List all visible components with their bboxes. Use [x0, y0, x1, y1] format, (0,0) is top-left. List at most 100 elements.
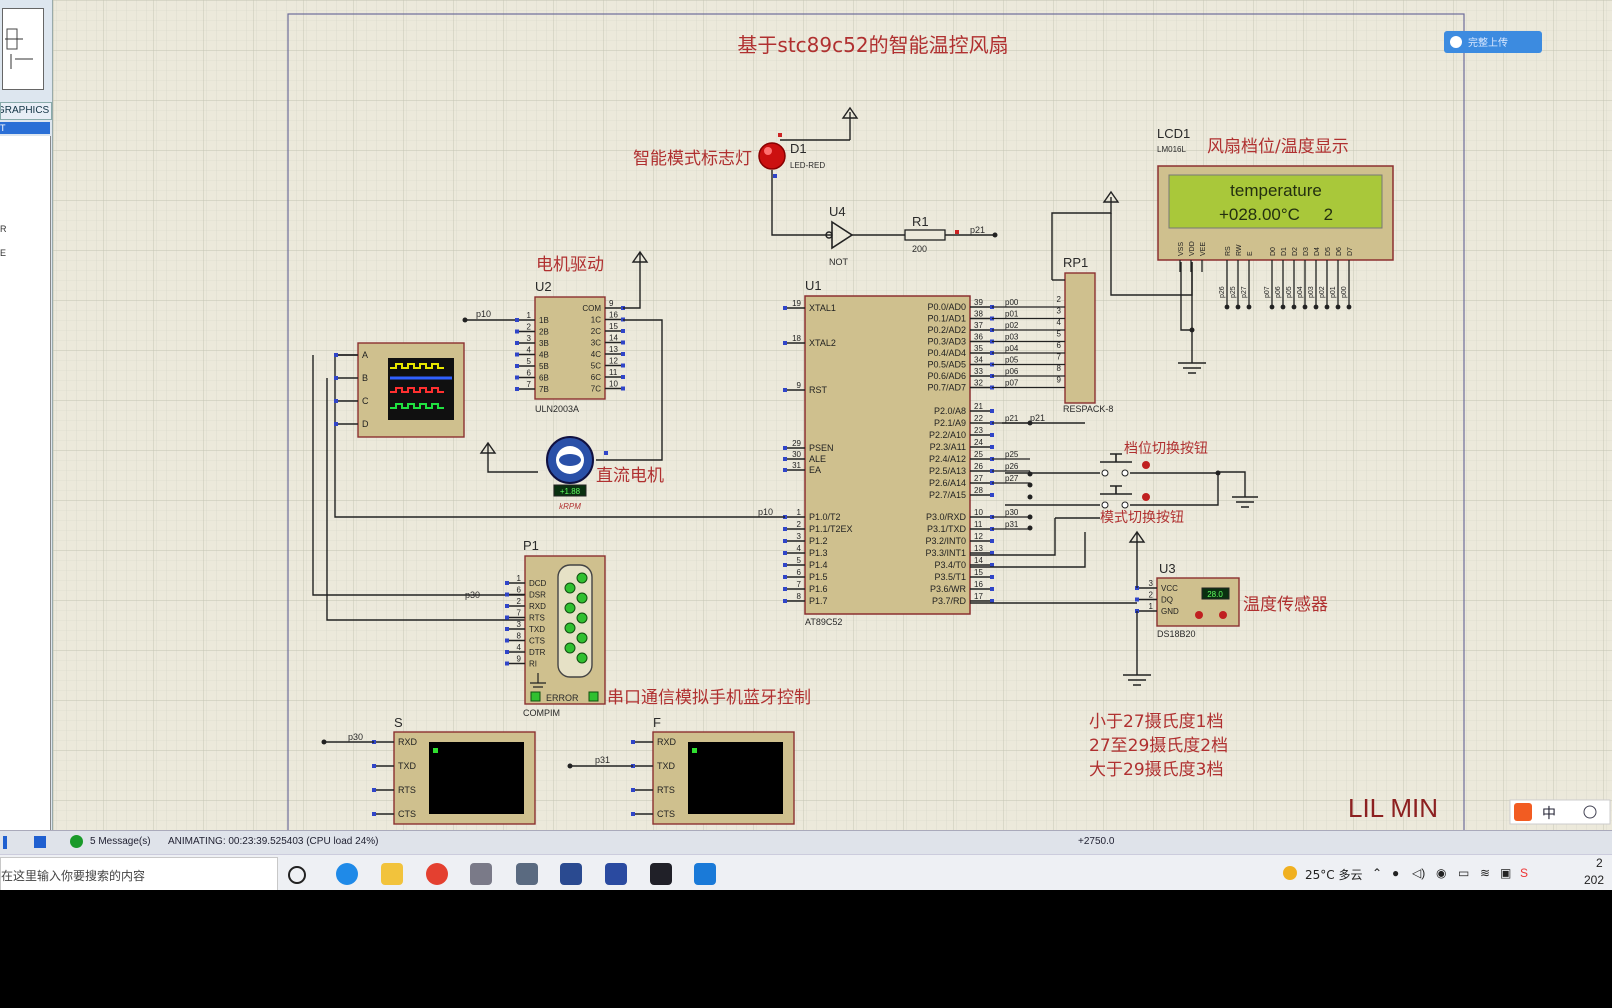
message-count[interactable]: 5 Message(s): [90, 836, 151, 847]
pin-label: RTS: [529, 614, 545, 623]
pin-number: 7: [527, 380, 532, 389]
pin-label: 6C: [591, 373, 601, 382]
pin-number: 39: [974, 298, 983, 307]
pin-label: P1.3: [809, 548, 828, 558]
app-icon-1[interactable]: [470, 863, 492, 885]
pin-number: 6: [1057, 341, 1062, 350]
pin-number: 1: [797, 508, 802, 517]
cloud-upload-badge[interactable]: 完整上传: [1444, 31, 1542, 53]
pin-label: TXD: [529, 625, 545, 634]
ime-toolbar[interactable]: 中: [1509, 799, 1611, 825]
lcd-line2: +028.00°C 2: [1219, 205, 1333, 224]
pin-label: RXD: [529, 602, 546, 611]
clock-time[interactable]: 2: [1596, 856, 1603, 870]
camera-app-icon[interactable]: [650, 863, 672, 885]
pin-label: 1C: [591, 316, 601, 325]
cloud-upload-label: 完整上传: [1468, 36, 1508, 49]
pin-number: 6: [517, 586, 522, 595]
pin-label: TXD: [657, 761, 676, 771]
schematic-title: 基于stc89c52的智能温控风扇: [737, 33, 1008, 57]
tray-chevron-icon[interactable]: ⌃: [1372, 866, 1382, 880]
wifi-icon[interactable]: ≋: [1480, 866, 1490, 880]
pin-number: 37: [974, 321, 983, 330]
pin-label: XTAL2: [809, 338, 836, 348]
sw1-caption: 档位切换按钮: [1124, 440, 1208, 457]
tray-app-icon[interactable]: ◉: [1436, 866, 1446, 880]
app-icon-4[interactable]: [694, 863, 716, 885]
u1-p21-net: p21: [1030, 413, 1045, 423]
pin-number: 5: [797, 556, 802, 565]
pin-number: 28: [974, 486, 983, 495]
file-explorer-icon[interactable]: [381, 863, 403, 885]
pin-label: P0.5/AD5: [927, 360, 966, 370]
pin-label: VEE: [1200, 242, 1207, 256]
pin-label: P3.2/INT0: [925, 536, 966, 546]
pin-number: 4: [517, 643, 522, 652]
task-view-icon[interactable]: [288, 866, 306, 884]
pin-label: RW: [1236, 244, 1243, 256]
pin-label: 2B: [539, 328, 549, 337]
pin-number: 5: [1057, 330, 1062, 339]
taskbar-search[interactable]: 在这里输入你要搜索的内容: [0, 857, 278, 891]
pin-number: 15: [974, 568, 983, 577]
object-item[interactable]: E: [0, 248, 6, 258]
microphone-icon[interactable]: ●: [1392, 866, 1399, 880]
app-icon-3[interactable]: [560, 863, 582, 885]
battery-icon[interactable]: ▭: [1458, 866, 1469, 880]
u4-type: NOT: [829, 257, 849, 267]
p1-ref: P1: [523, 538, 539, 553]
pin-number: 18: [792, 334, 801, 343]
pause-icon[interactable]: [3, 836, 7, 849]
object-list-selected[interactable]: T: [0, 122, 50, 134]
clock-date[interactable]: 202: [1584, 873, 1604, 887]
pin-number: 21: [974, 402, 983, 411]
schematic-canvas[interactable]: 基于stc89c52的智能温控风扇 完整上传 D1 LED-RED 智能模式标志…: [53, 0, 1612, 837]
object-item[interactable]: R: [0, 224, 7, 234]
pin-number: 1: [1149, 602, 1154, 611]
pin-label: RXD: [398, 737, 418, 747]
pin-number: 26: [974, 462, 983, 471]
term-f-ref: F: [653, 715, 661, 730]
u2-type: ULN2003A: [535, 404, 579, 414]
pin-number: 3: [527, 334, 532, 343]
pin-number: 12: [609, 357, 618, 366]
pin-number: 6: [797, 568, 802, 577]
pin-number: 22: [974, 414, 983, 423]
pin-number: 3: [517, 620, 522, 629]
pin-label: TXD: [398, 761, 417, 771]
pin-label: P1.2: [809, 536, 828, 546]
d1-caption: 智能模式标志灯: [633, 149, 752, 169]
u2-caption: 电机驱动: [536, 255, 604, 275]
pin-label: GND: [1161, 607, 1179, 616]
graphics-tab[interactable]: GRAPHICS: [0, 102, 52, 120]
pin-number: 25: [974, 450, 983, 459]
volume-icon[interactable]: ◁): [1412, 866, 1425, 880]
stop-icon[interactable]: [34, 836, 46, 848]
pin-label: RTS: [657, 785, 675, 795]
app-icon-2[interactable]: [516, 863, 538, 885]
edge-icon[interactable]: [336, 863, 358, 885]
pin-number: 1: [527, 311, 532, 320]
pin-number: 16: [609, 311, 618, 320]
pin-number: 9: [797, 381, 802, 390]
pin-label: VSS: [1178, 242, 1185, 256]
pin-number: 32: [974, 379, 983, 388]
word-icon[interactable]: [605, 863, 627, 885]
cloud-icon: [1450, 36, 1462, 48]
ime-tray-icon[interactable]: S: [1520, 866, 1528, 880]
overview-thumbnail[interactable]: [2, 8, 44, 90]
pin-label: EA: [809, 465, 821, 475]
net-label: p07: [1264, 286, 1271, 298]
message-ok-icon: [70, 835, 83, 848]
pin-number: 2: [527, 323, 532, 332]
network-icon[interactable]: ▣: [1500, 866, 1511, 880]
motor-readout: +1.88: [560, 487, 581, 496]
pin-label: P3.5/T1: [934, 572, 966, 582]
status-bar: 5 Message(s) ANIMATING: 00:23:39.525403 …: [0, 830, 1612, 855]
net-label: p31: [1005, 520, 1019, 529]
pin-number: 38: [974, 310, 983, 319]
object-list[interactable]: R E: [0, 136, 51, 848]
chrome-icon[interactable]: [426, 863, 448, 885]
weather-text[interactable]: 25°C 多云: [1305, 866, 1362, 883]
ime-language-label: 中: [1542, 806, 1556, 822]
